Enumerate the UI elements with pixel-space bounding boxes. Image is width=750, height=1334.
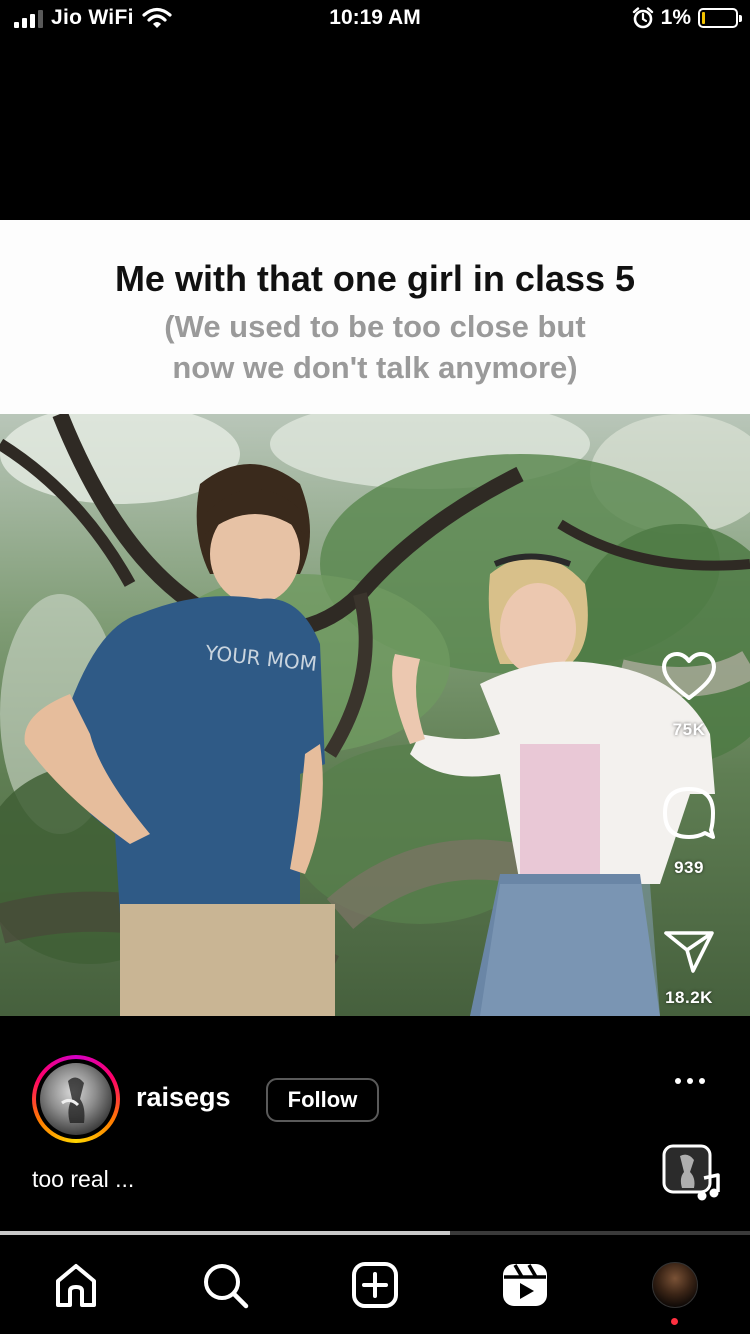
send-icon[interactable] [663, 930, 715, 974]
profile-avatar [652, 1262, 698, 1308]
bottom-nav [0, 1235, 750, 1334]
create-icon [352, 1262, 398, 1308]
post-photo[interactable]: YOUR MOM [0, 414, 750, 1016]
nav-profile[interactable] [647, 1257, 703, 1313]
follow-button[interactable]: Follow [266, 1078, 379, 1122]
home-icon [56, 1264, 96, 1307]
audio-track-icon[interactable] [662, 1144, 722, 1204]
battery-icon [698, 8, 742, 28]
meme-subtitle: (We used to be too close but now we don'… [0, 306, 750, 388]
nav-home[interactable] [48, 1257, 104, 1313]
comment-count: 939 [674, 858, 704, 877]
status-bar: Jio WiFi 10:19 AM 1% [0, 0, 750, 42]
comment-action[interactable]: 939 [649, 786, 729, 878]
reels-icon [503, 1264, 547, 1306]
nav-create[interactable] [347, 1257, 403, 1313]
comment-icon[interactable] [661, 786, 717, 840]
like-count: 75K [672, 720, 706, 739]
meme-caption-panel: Me with that one girl in class 5 (We use… [0, 220, 750, 414]
more-icon[interactable] [670, 1068, 710, 1094]
meme-title: Me with that one girl in class 5 [114, 258, 636, 299]
author-avatar[interactable] [32, 1055, 120, 1143]
like-action[interactable]: 75K [649, 652, 729, 740]
share-count: 18.2K [665, 988, 713, 1007]
heart-icon[interactable] [661, 652, 717, 702]
search-icon [204, 1264, 249, 1309]
avatar-image [40, 1063, 112, 1135]
meme-subtitle-line1: (We used to be too close but [164, 309, 586, 344]
share-action[interactable]: 18.2K [649, 930, 729, 1008]
photo-scene: YOUR MOM [0, 414, 750, 1016]
notification-dot [671, 1318, 678, 1325]
meme-subtitle-line2: now we don't talk anymore) [172, 350, 578, 385]
nav-reels[interactable] [497, 1257, 553, 1313]
post-caption[interactable]: too real ... [32, 1166, 134, 1193]
battery-percentage: 1% [660, 6, 691, 29]
nav-search[interactable] [197, 1257, 253, 1313]
alarm-icon [632, 7, 653, 29]
status-right: 1% [632, 6, 742, 30]
author-username[interactable]: raisegs [136, 1082, 231, 1113]
